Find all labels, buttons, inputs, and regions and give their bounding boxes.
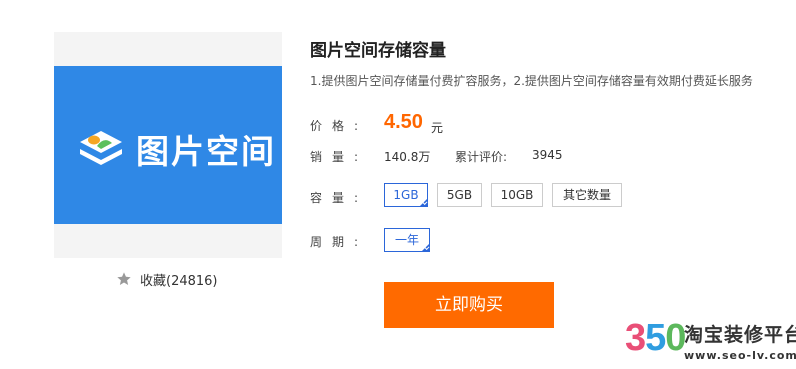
star-icon: [117, 272, 131, 285]
watermark-digit: 5: [645, 317, 666, 359]
capacity-option-other[interactable]: 其它数量: [552, 183, 622, 207]
price-value: 4.50: [384, 111, 423, 133]
selected-check-icon: [419, 198, 428, 207]
watermark-url: www.seo-lv.com: [684, 349, 796, 362]
capacity-option-1gb[interactable]: 1GB: [384, 183, 428, 207]
capacity-option-10gb[interactable]: 10GB: [491, 183, 543, 207]
product-title: 图片空间存储容量: [310, 41, 446, 61]
favorite-count: 收藏(24816): [140, 273, 218, 289]
product-description: 1.提供图片空间存储量付费扩容服务，2.提供图片空间存储容量有效期付费延长服务: [310, 74, 753, 88]
favorite-button[interactable]: 收藏(24816): [116, 270, 218, 289]
reviews-label: 累计评价:: [455, 150, 508, 164]
watermark-digit: 0: [665, 317, 686, 359]
capacity-option-label: 1GB: [393, 188, 419, 202]
image-space-logo-icon: [80, 131, 122, 165]
capacity-option-label: 其它数量: [562, 188, 611, 202]
period-option-label: 一年: [394, 233, 419, 247]
period-label: 周期:: [310, 235, 369, 249]
price-label: 价格:: [310, 119, 369, 133]
product-banner: 图片空间: [54, 66, 282, 224]
watermark-logo: 350 淘宝装修平台 www.seo-lv.com: [625, 316, 796, 366]
capacity-option-label: 5GB: [446, 188, 473, 202]
reviews-value: 3945: [532, 148, 563, 162]
product-image: 图片空间: [54, 32, 282, 258]
banner-title: 图片空间: [136, 132, 276, 171]
capacity-label: 容量:: [310, 191, 369, 205]
sales-value: 140.8万: [384, 150, 431, 164]
watermark-digit: 3: [625, 317, 646, 359]
capacity-option-5gb[interactable]: 5GB: [437, 183, 482, 207]
sales-label: 销量:: [310, 150, 369, 164]
capacity-option-label: 10GB: [500, 188, 534, 202]
watermark-digits: 350: [625, 316, 686, 360]
buy-now-button[interactable]: 立即购买: [384, 282, 554, 328]
price-unit: 元: [431, 121, 444, 135]
watermark-brand: 淘宝装修平台: [684, 324, 796, 346]
period-option-1year[interactable]: 一年: [384, 228, 430, 252]
selected-check-icon: [421, 243, 430, 252]
